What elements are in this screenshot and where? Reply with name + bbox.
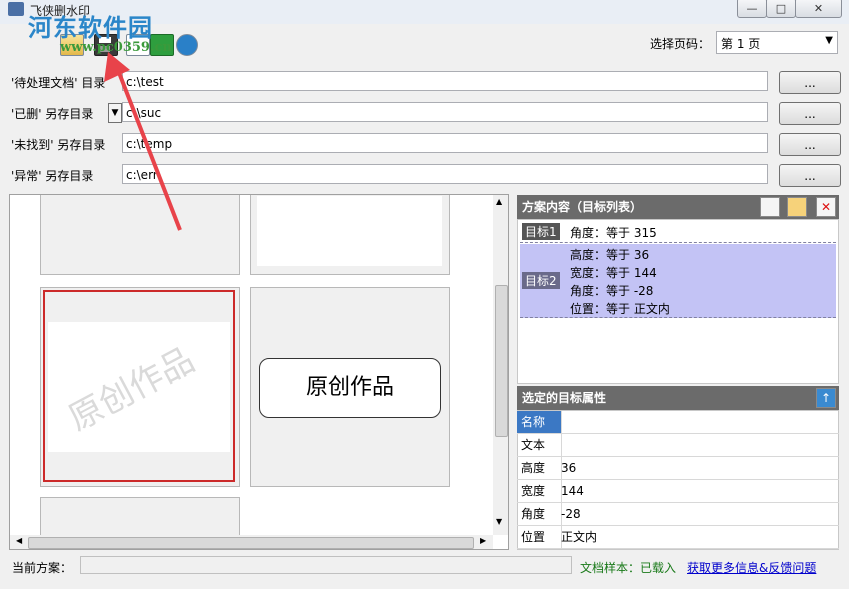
prop-value[interactable]: 正文内 (561, 526, 597, 548)
properties-panel-header: 选定的目标属性 (517, 386, 839, 410)
prop-key: 文本 (517, 434, 562, 456)
target-item-selected[interactable]: 目标2 高度：等于 36 宽度：等于 144 角度：等于 -28 位置：等于 正… (520, 244, 836, 318)
scheme-list[interactable]: 目标1 角度：等于 315 目标2 高度：等于 36 宽度：等于 144 角度：… (517, 219, 839, 384)
prop-row-width[interactable]: 宽度 144 (517, 480, 839, 503)
prop-key: 宽度 (517, 480, 562, 502)
prop-row-name[interactable]: 名称 (517, 411, 839, 434)
target-line: 角度：等于 315 (570, 226, 657, 240)
prop-key: 高度 (517, 457, 562, 479)
target-line: 高度：等于 36 (570, 248, 650, 262)
current-scheme-label: 当前方案： (12, 561, 73, 575)
target-line: 位置：等于 正文内 (570, 302, 670, 316)
scheme-panel-title: 方案内容（目标列表） (522, 200, 643, 214)
feedback-link[interactable]: 获取更多信息&反馈问题 (687, 559, 816, 576)
prop-value[interactable]: 36 (561, 457, 576, 479)
arrow-up-icon[interactable]: ↑ (816, 388, 836, 408)
prop-key: 位置 (517, 526, 562, 548)
prop-value[interactable]: -28 (561, 503, 581, 525)
prop-value[interactable]: 144 (561, 480, 584, 502)
target-item[interactable]: 目标1 角度：等于 315 (520, 222, 836, 243)
target-tag: 目标2 (522, 272, 560, 289)
sample-status: 文档样本：已载入 (580, 561, 677, 575)
prop-row-height[interactable]: 高度 36 (517, 457, 839, 480)
prop-row-position[interactable]: 位置 正文内 (517, 526, 839, 549)
target-tag: 目标1 (522, 223, 560, 240)
prop-key: 角度 (517, 503, 562, 525)
prop-row-angle[interactable]: 角度 -28 (517, 503, 839, 526)
target-line: 宽度：等于 144 (570, 266, 657, 280)
prop-key: 名称 (517, 411, 562, 433)
current-scheme-value (80, 556, 572, 574)
prop-row-text[interactable]: 文本 (517, 434, 839, 457)
delete-icon[interactable]: ✕ (816, 197, 836, 217)
properties-panel-title: 选定的目标属性 (522, 391, 607, 405)
edit-icon[interactable] (787, 197, 807, 217)
target-line: 角度：等于 -28 (570, 284, 654, 298)
list-icon[interactable] (760, 197, 780, 217)
status-bar: 当前方案： 文档样本：已载入 获取更多信息&反馈问题 (0, 555, 849, 577)
